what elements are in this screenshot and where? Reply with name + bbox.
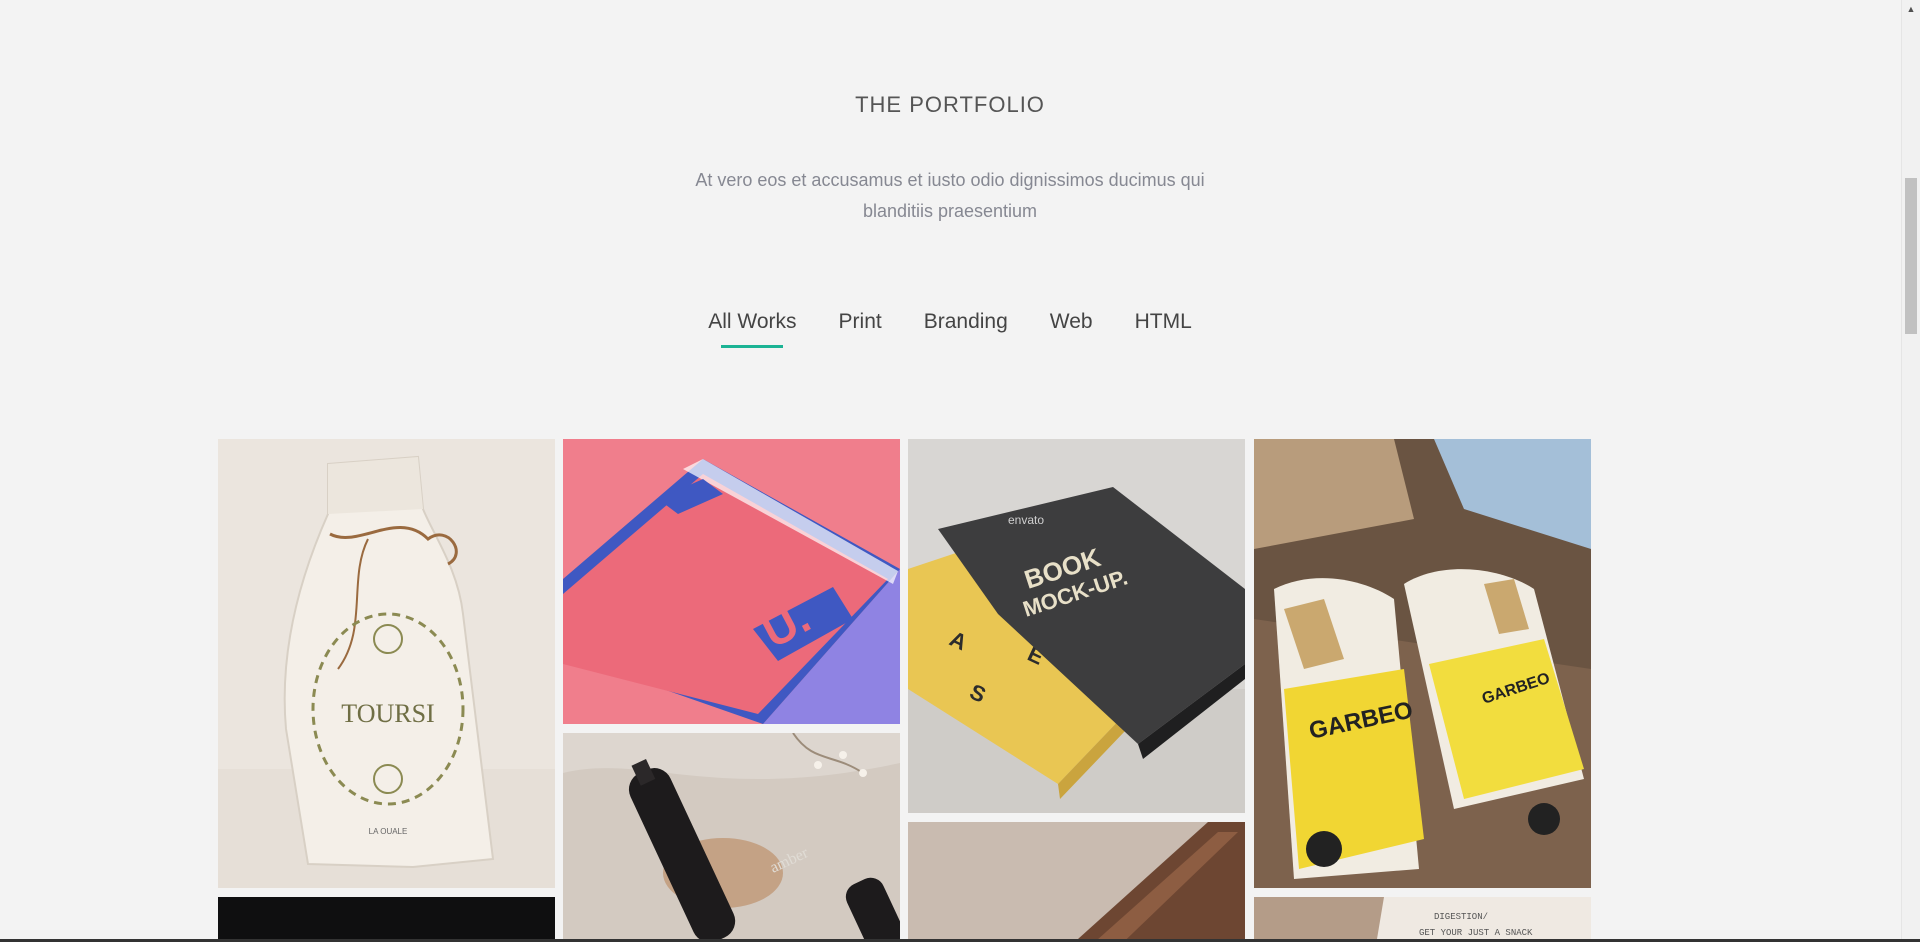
filter-print[interactable]: Print [839, 310, 882, 348]
svg-text:envato: envato [1008, 513, 1044, 527]
scroll-up-arrow-icon[interactable]: ▲ [1902, 0, 1920, 18]
paper-bag-image: TOURSI LA OUALE [218, 439, 555, 888]
book-cover-image: U. [563, 439, 900, 724]
section-description: At vero eos et accusamus et iusto odio d… [695, 170, 1205, 221]
portfolio-item-amber-bottles[interactable]: amber [563, 733, 900, 942]
section-title: THE PORTFOLIO [855, 92, 1045, 117]
portfolio-item-garbeo[interactable]: GARBEO GARBEO [1254, 439, 1591, 888]
paper-bag-logo: TOURSI [341, 699, 434, 728]
svg-text:LA OUALE: LA OUALE [369, 827, 408, 836]
page: THE PORTFOLIO At vero eos et accusamus e… [0, 0, 1920, 942]
book-mockup-image: A S E BOOK MOCK-UP. envato [908, 439, 1245, 813]
filter-html[interactable]: HTML [1135, 310, 1192, 348]
scroll-thumb[interactable] [1905, 178, 1917, 334]
svg-text:GET YOUR JUST A SNACK: GET YOUR JUST A SNACK [1419, 928, 1533, 938]
svg-text:DIGESTION/: DIGESTION/ [1434, 912, 1488, 922]
garbeo-image: GARBEO GARBEO [1254, 439, 1591, 888]
notes-image: DIGESTION/ GET YOUR JUST A SNACK [1254, 897, 1591, 942]
portfolio-filters: All Works Print Branding Web HTML [0, 310, 1900, 348]
filter-web[interactable]: Web [1050, 310, 1093, 348]
portfolio-item-notes[interactable]: DIGESTION/ GET YOUR JUST A SNACK [1254, 897, 1591, 942]
filter-all-works[interactable]: All Works [708, 310, 796, 348]
portfolio-item-book-cover[interactable]: U. [563, 439, 900, 724]
page-scrollbar[interactable]: ▲ [1901, 0, 1920, 942]
portfolio-item-dark[interactable] [218, 897, 555, 942]
portfolio-item-book-mockup[interactable]: A S E BOOK MOCK-UP. envato [908, 439, 1245, 813]
portfolio-item-paper-bag[interactable]: TOURSI LA OUALE [218, 439, 555, 888]
portfolio-item-wood[interactable] [908, 822, 1245, 942]
amber-bottles-image: amber [563, 733, 900, 942]
filter-branding[interactable]: Branding [924, 310, 1008, 348]
wood-image [908, 822, 1245, 942]
